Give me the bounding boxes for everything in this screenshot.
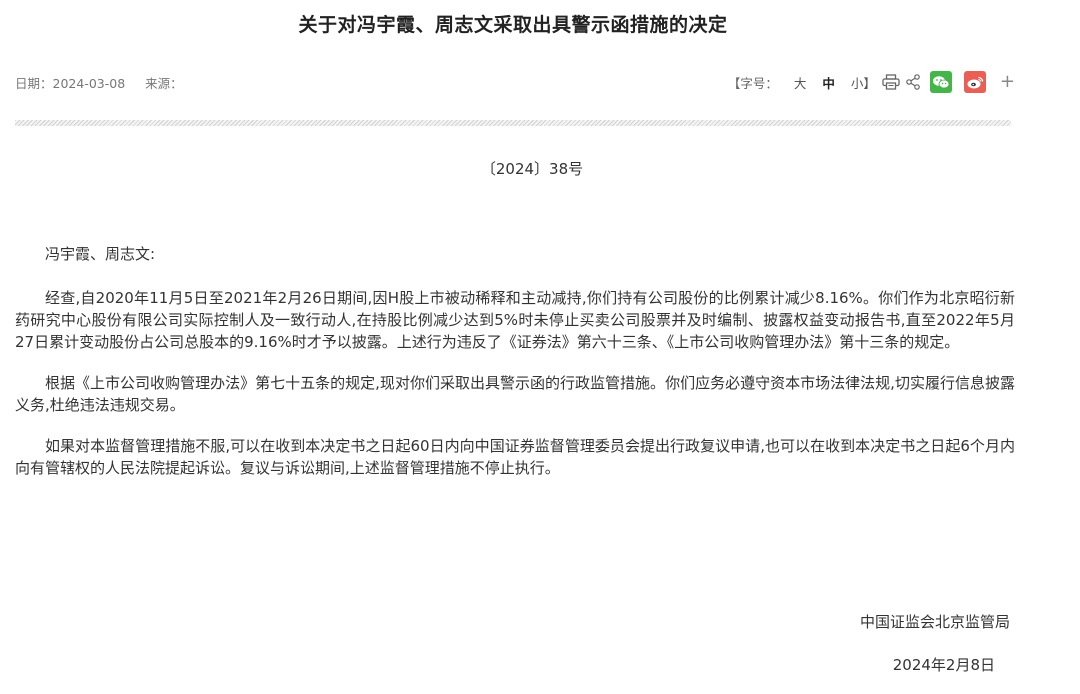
article-page: 关于对冯宇霞、周志文采取出具警示函措施的决定 日期：2024-03-08 来源：… [0, 0, 1080, 694]
wechat-icon[interactable] [929, 71, 952, 93]
paragraph-findings: 经查,自2020年11月5日至2021年2月26日期间,因H股上市被动稀释和主动… [15, 289, 1015, 351]
font-size-small-button[interactable]: 小 [851, 73, 864, 92]
paragraph-decision: 根据《上市公司收购管理办法》第七十五条的规定,现对你们采取出具警示函的行政监管措… [15, 374, 1015, 414]
signing-date: 2024年2月8日 [892, 656, 995, 674]
salutation: 冯宇霞、周志文: [45, 245, 156, 263]
font-size-label: 【字号： [727, 75, 778, 91]
plus-icon[interactable]: + [1000, 73, 1015, 91]
source-label: 来源： [145, 76, 183, 91]
article-body: 冯宇霞、周志文: 经查,自2020年11月5日至2021年2月26日期间,因H股… [15, 243, 1015, 498]
publish-date: 日期：2024-03-08 [15, 76, 126, 91]
issuing-authority: 中国证监会北京监管局 [859, 613, 1010, 631]
font-size-medium-button[interactable]: 中 [822, 73, 835, 92]
share-icon[interactable] [906, 74, 920, 90]
meta-info: 日期：2024-03-08 来源： [15, 73, 199, 92]
document-number: 〔2024〕38号 [480, 160, 584, 178]
meta-row: 日期：2024-03-08 来源： 【字号： 大 中 小 】 + [15, 70, 1015, 94]
article-toolbar: 【字号： 大 中 小 】 + [728, 70, 1015, 94]
weibo-icon[interactable] [963, 71, 986, 93]
header-divider [15, 120, 1011, 126]
paragraph-appeal: 如果对本监督管理措施不服,可以在收到本决定书之日起60日内向中国证券监督管理委员… [15, 437, 1015, 477]
font-size-large-button[interactable]: 大 [794, 73, 807, 92]
print-icon[interactable] [882, 74, 900, 90]
article-title: 关于对冯宇霞、周志文采取出具警示函措施的决定 [298, 14, 728, 36]
font-size-bracket: 】 [863, 75, 876, 91]
